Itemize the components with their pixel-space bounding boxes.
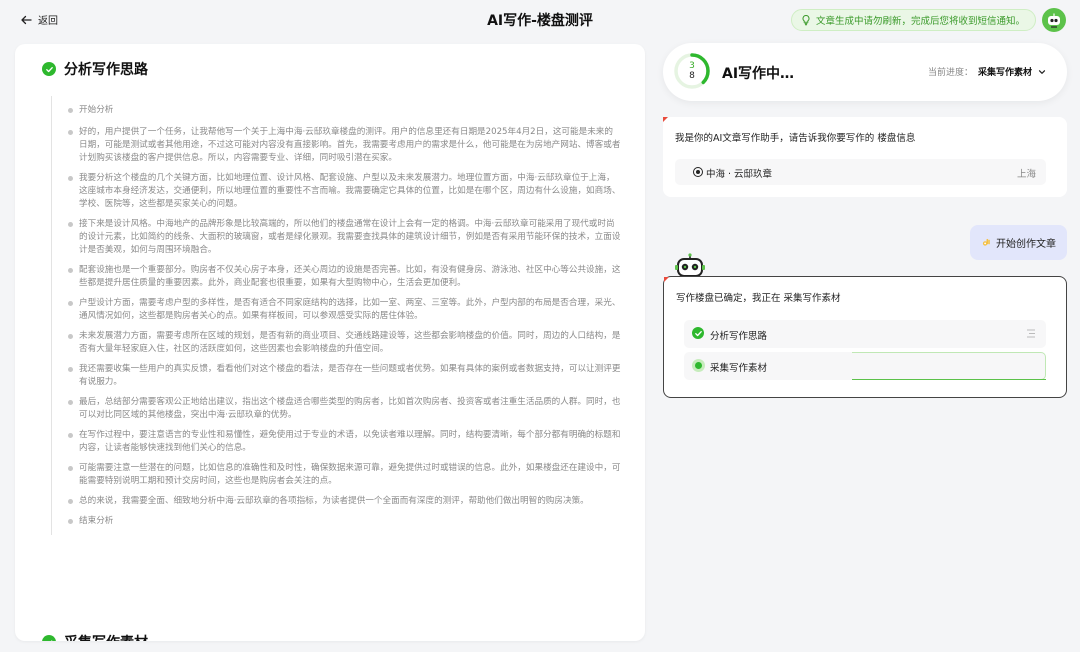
section-header: 分析写作思路 [42,59,148,79]
stage-dropdown[interactable]: 当前进度： 采集写作素材 [928,65,1047,78]
step-progress-indicator [852,352,1046,380]
thought-item: 接下来是设计风格。中海地产的品牌形象是比较高端的，所以他们的楼盘通常在设计上会有… [68,218,621,257]
check-circle-icon [42,62,56,76]
thought-item: 结束分析 [68,515,621,528]
step-analyze[interactable]: 分析写作思路 [684,320,1046,348]
thought-item: 在写作过程中，要注意语言的专业性和易懂性，避免使用过于专业的术语，以免读者难以理… [68,429,621,455]
check-circle-icon [692,327,704,339]
thought-item: 总的来说，我需要全面、细致地分析中海·云邸玖章的各项指标，为读者提供一个全面而有… [68,495,621,508]
next-section-header: 采集写作素材 [42,632,148,641]
thought-item: 未来发展潜力方面，需要考虑所在区域的规划，是否有新的商业项目、交通线路建设等，这… [68,330,621,356]
stage-label: 当前进度： [927,68,973,78]
active-dot-icon [692,359,705,372]
user-message-bubble: 开始创作文章 [970,225,1067,260]
lightbulb-icon [802,14,810,26]
assistant-message-card: 我是你的AI文章写作助手，请告诉我你要写作的 楼盘信息 中海 · 云邸玖章 上海 [663,117,1067,197]
corner-mark [664,277,669,282]
property-option[interactable]: 中海 · 云邸玖章 上海 [675,159,1046,185]
property-city: 上海 [1016,169,1036,180]
thought-item: 开始分析 [68,104,621,117]
progress-current: 3 [689,61,695,71]
list-icon[interactable] [1026,328,1036,339]
step-label: 分析写作思路 [710,331,768,342]
corner-mark [663,117,668,122]
status-message-card: 写作楼盘已确定，我正在 采集写作素材 分析写作思路 采集写作素材 [663,276,1067,398]
analysis-panel[interactable]: 分析写作思路 开始分析 好的，用户提供了一个任务，让我帮他写一个关于上海中海·云… [15,44,645,641]
notice-banner: 文章生成中请勿刷新，完成后您将收到短信通知。 [790,9,1036,31]
step-collect[interactable]: 采集写作素材 [684,352,1046,380]
stage-value: 采集写作素材 [977,68,1032,78]
thought-item: 户型设计方面，需要考虑户型的多样性，是否有适合不同家庭结构的选择，比如一室、两室… [68,297,621,323]
status-text: 写作楼盘已确定，我正在 采集写作素材 [676,293,841,304]
next-section-title: 采集写作素材 [64,632,148,641]
radio-selected-icon [693,167,703,177]
thought-item: 我要分析这个楼盘的几个关键方面，比如地理位置、设计风格、配套设施、户型以及未来发… [68,172,621,211]
user-message-text: 开始创作文章 [996,239,1056,250]
top-bar: 返回 AI写作-楼盘测评 文章生成中请勿刷新，完成后您将收到短信通知。 [0,0,1080,42]
thought-item: 好的，用户提供了一个任务，让我帮他写一个关于上海中海·云邸玖章楼盘的测评。用户的… [68,126,621,165]
thought-item: 可能需要注意一些潜在的问题，比如信息的准确性和及时性，确保数据来源可靠，避免提供… [68,462,621,488]
assistant-intro-text: 我是你的AI文章写作助手，请告诉我你要写作的 楼盘信息 [675,133,916,144]
thought-item: 配套设施也是一个重要部分。购房者不仅关心房子本身，还关心周边的设施是否完善。比如… [68,264,621,290]
property-name: 中海 · 云邸玖章 [706,169,773,180]
section-title: 分析写作思路 [64,62,148,78]
avatar[interactable] [1042,8,1066,32]
progress-count: 3 8 [673,52,711,90]
ok-hand-icon [982,238,990,246]
progress-title: AI写作中… [722,66,795,82]
robot-avatar-icon [1048,13,1060,28]
notice-text: 文章生成中请勿刷新，完成后您将收到短信通知。 [815,16,1025,27]
thought-item: 我还需要收集一些用户的真实反馈，看看他们对这个楼盘的看法，是否存在一些问题或者优… [68,363,621,389]
progress-card: 3 8 AI写作中… 当前进度： 采集写作素材 [663,43,1067,101]
thought-list: 开始分析 好的，用户提供了一个任务，让我帮他写一个关于上海中海·云邸玖章楼盘的测… [51,96,621,535]
progress-total: 8 [689,71,695,81]
step-label: 采集写作素材 [710,363,768,374]
chevron-down-icon [1038,69,1046,74]
check-circle-icon [42,635,56,641]
thought-item: 最后，总结部分需要客观公正地给出建议，指出这个楼盘适合哪些类型的购房者，比如首次… [68,396,621,422]
